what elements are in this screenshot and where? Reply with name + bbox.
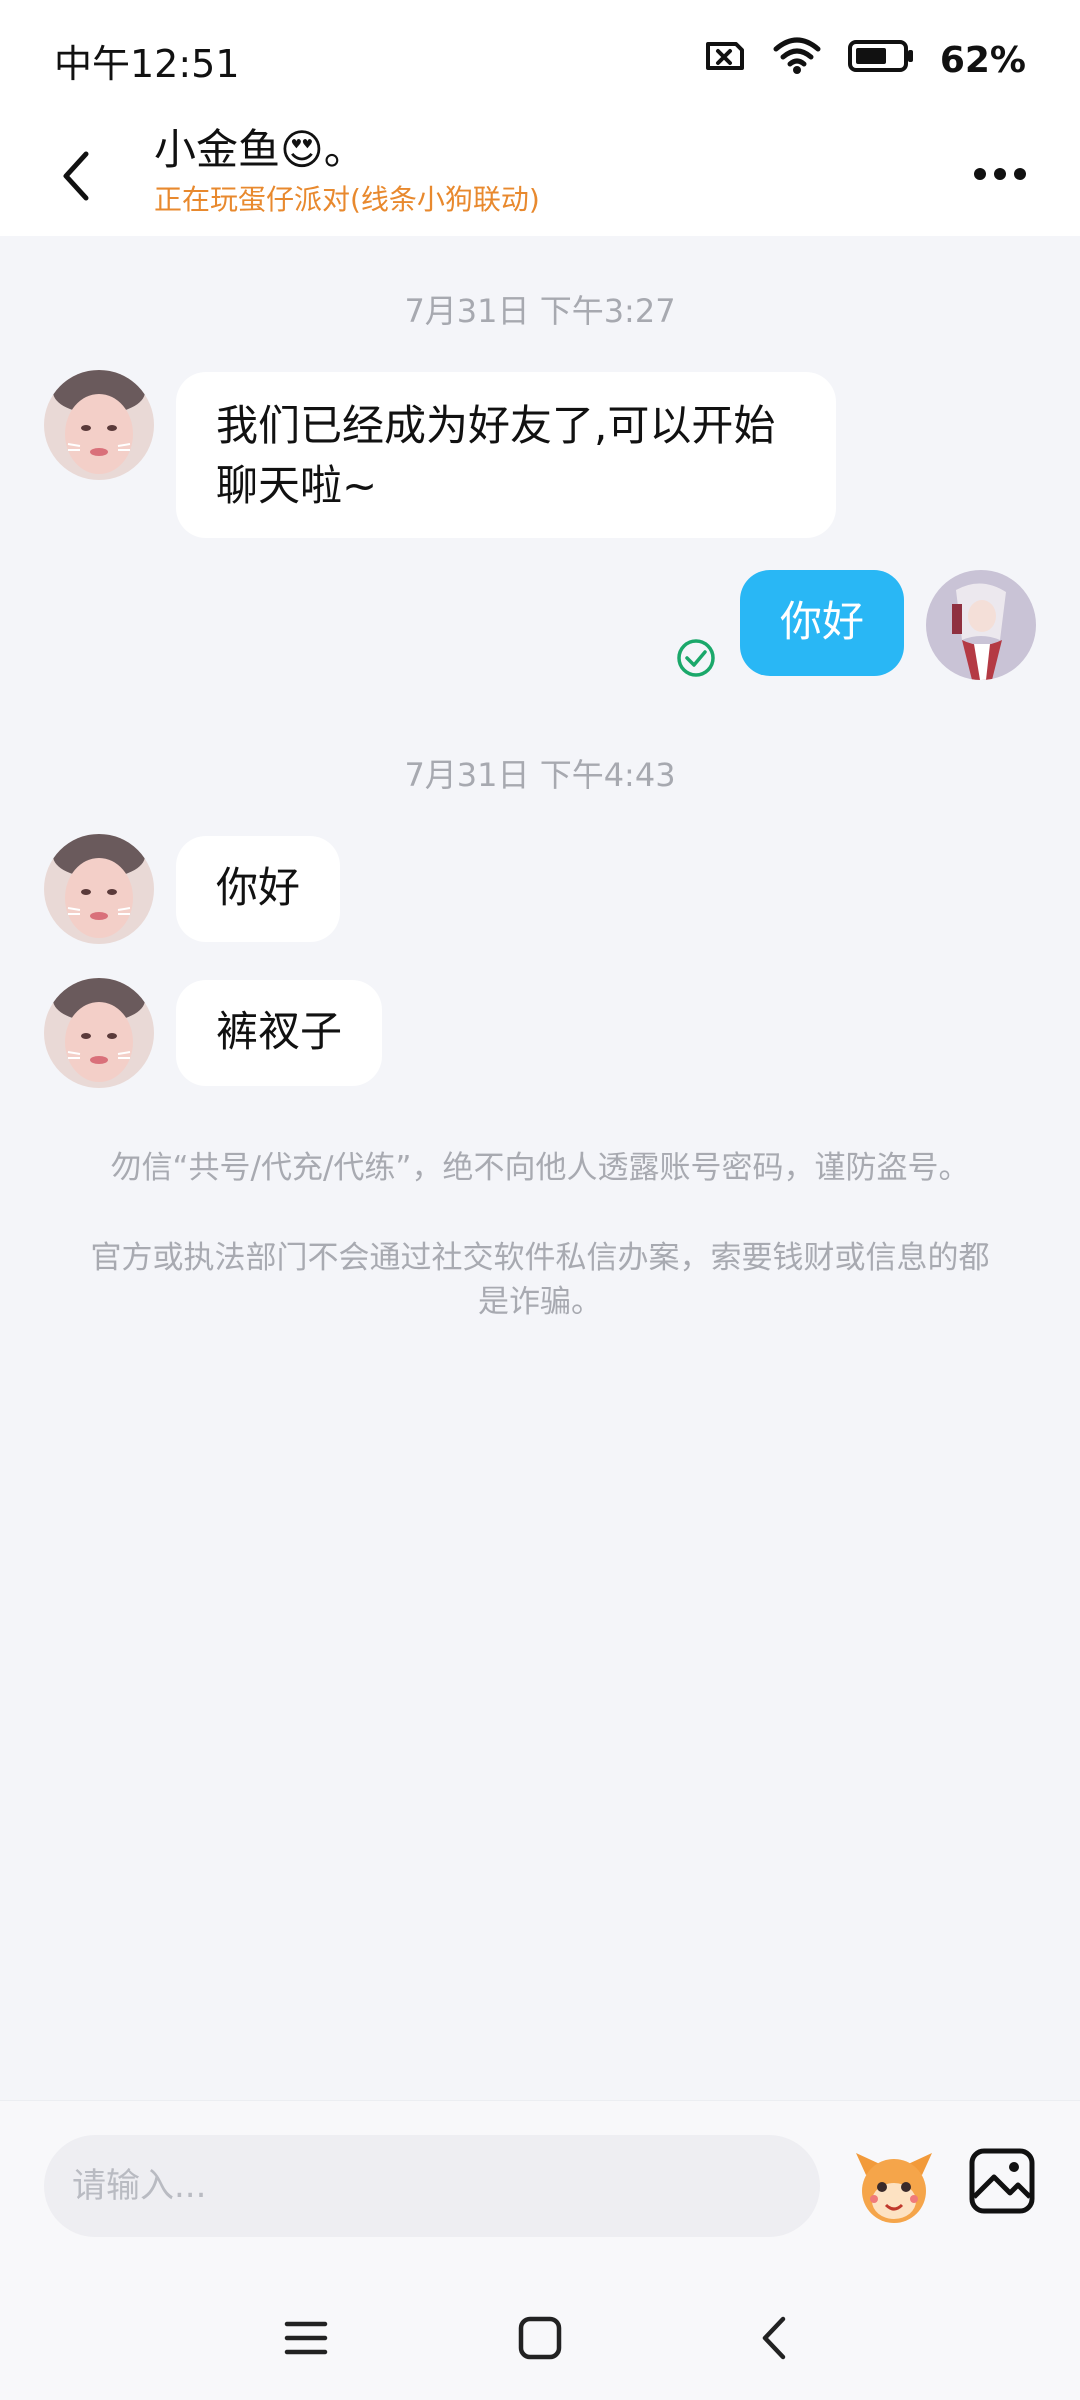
back-button[interactable] — [48, 140, 104, 212]
emoji-button[interactable] — [852, 2145, 936, 2229]
chat-subtitle: 正在玩蛋仔派对(线条小狗联动) — [154, 183, 540, 216]
message-text: 我们已经成为好友了,可以开始聊天啦~ — [216, 401, 776, 510]
read-check-icon — [676, 638, 716, 682]
status-time: 中午12:51 — [54, 41, 240, 86]
fraud-notice: 官方或执法部门不会通过社交软件私信办案，索要钱财或信息的都是诈骗。 — [90, 1240, 990, 1320]
status-icons: 62% — [702, 37, 1026, 84]
system-nav-bar — [0, 2270, 1080, 2400]
menu-button[interactable] — [274, 2306, 338, 2370]
input-bar — [0, 2100, 1080, 2270]
message-timestamp: 7月31日 下午4:43 — [404, 756, 676, 794]
friend-avatar[interactable] — [44, 834, 154, 944]
title-block[interactable]: 小金鱼😍。 正在玩蛋仔派对(线条小狗联动) — [154, 120, 540, 220]
image-icon — [969, 2148, 1035, 2214]
home-button[interactable] — [508, 2306, 572, 2370]
chat-title: 小金鱼😍。 — [154, 125, 366, 174]
message-text: 你好 — [780, 597, 865, 646]
my-avatar[interactable] — [926, 570, 1036, 680]
message-text: 你好 — [216, 863, 301, 912]
image-button[interactable] — [966, 2145, 1038, 2217]
received-message-bubble[interactable]: 我们已经成为好友了,可以开始聊天啦~ — [176, 372, 836, 538]
message-input[interactable] — [44, 2135, 820, 2237]
wifi-icon — [772, 37, 822, 84]
chat-messages[interactable]: 7月31日 下午3:27 我们已经成为好友了,可以开始聊天啦~ 你好 7月31日… — [0, 236, 1080, 2100]
friend-avatar[interactable] — [44, 978, 154, 1088]
message-timestamp: 7月31日 下午3:27 — [404, 292, 676, 330]
emoji-mascot-icon — [856, 2153, 932, 2223]
received-message-bubble[interactable]: 裤衩子 — [176, 980, 383, 1086]
battery-percentage: 62% — [939, 39, 1026, 81]
status-bar: 中午12:51 62% — [0, 0, 1080, 120]
chat-screen: 中午12:51 62% 小金鱼😍。 正在玩蛋仔派对(线条小狗联动) 7月31日 … — [0, 0, 1080, 2400]
message-text: 裤衩子 — [216, 1007, 343, 1056]
system-back-button[interactable] — [742, 2306, 806, 2370]
received-message-bubble[interactable]: 你好 — [176, 836, 341, 942]
back-icon — [762, 2316, 786, 2360]
more-options-button[interactable] — [972, 154, 1028, 194]
sim-off-icon — [702, 38, 746, 83]
safety-notice: 勿信“共号/代充/代练”，绝不向他人透露账号密码，谨防盗号。 — [110, 1150, 970, 1186]
chat-header: 小金鱼😍。 正在玩蛋仔派对(线条小狗联动) — [0, 120, 1080, 236]
home-square-icon — [518, 2316, 562, 2360]
battery-icon — [847, 38, 914, 82]
menu-icon — [284, 2321, 328, 2355]
more-horizontal-icon — [974, 168, 1026, 180]
friend-avatar[interactable] — [44, 370, 154, 480]
chevron-left-icon — [63, 151, 89, 201]
sent-message-bubble[interactable]: 你好 — [740, 570, 905, 676]
